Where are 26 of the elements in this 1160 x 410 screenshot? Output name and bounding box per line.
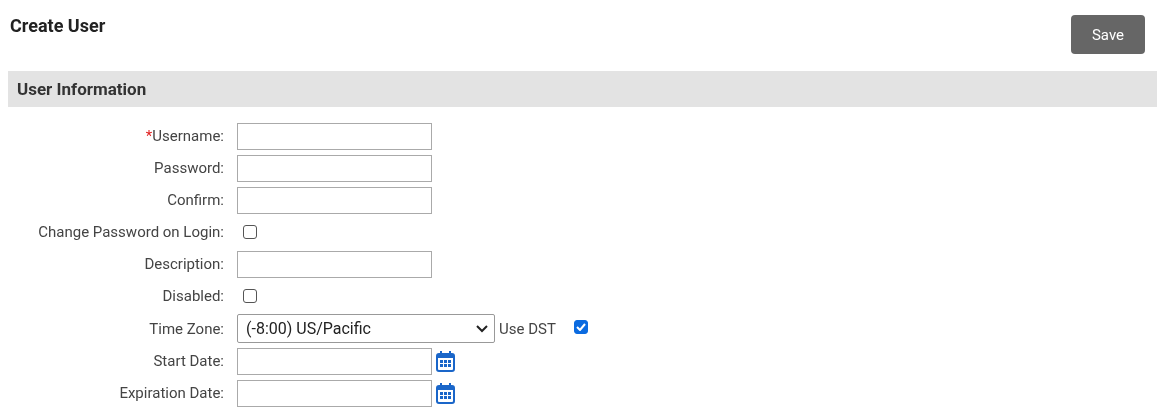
input-field[interactable] — [237, 250, 432, 278]
select-field[interactable]: (-8:00) US/Pacific — [237, 314, 495, 343]
calendar-icon[interactable] — [436, 350, 455, 372]
field-label: Disabled: — [161, 287, 224, 305]
date-field[interactable] — [237, 347, 432, 375]
field-label: Time Zone: — [148, 319, 224, 338]
date-field[interactable] — [237, 379, 432, 407]
input-field[interactable] — [237, 154, 432, 182]
calendar-icon[interactable] — [436, 382, 455, 404]
field-label: Start Date: — [152, 352, 224, 370]
field-label: Confirm: — [166, 191, 224, 209]
field-label: Change Password on Login: — [37, 223, 224, 241]
input-field[interactable] — [237, 122, 432, 150]
field-label: Expiration Date: — [118, 384, 224, 402]
chevron-down-icon — [476, 324, 488, 333]
checkbox[interactable] — [573, 320, 588, 334]
input-field[interactable] — [237, 186, 432, 214]
field-label: Description: — [143, 255, 224, 273]
field-label: Use DST — [499, 319, 556, 338]
checkbox[interactable] — [243, 289, 257, 303]
field-label: Password: — [153, 159, 224, 177]
field-label: *Username: — [144, 127, 224, 145]
section-header: User Information — [8, 71, 1157, 107]
page-title: Create User — [10, 15, 106, 36]
checkbox[interactable] — [243, 225, 257, 239]
save-button[interactable]: Save — [1071, 15, 1145, 54]
